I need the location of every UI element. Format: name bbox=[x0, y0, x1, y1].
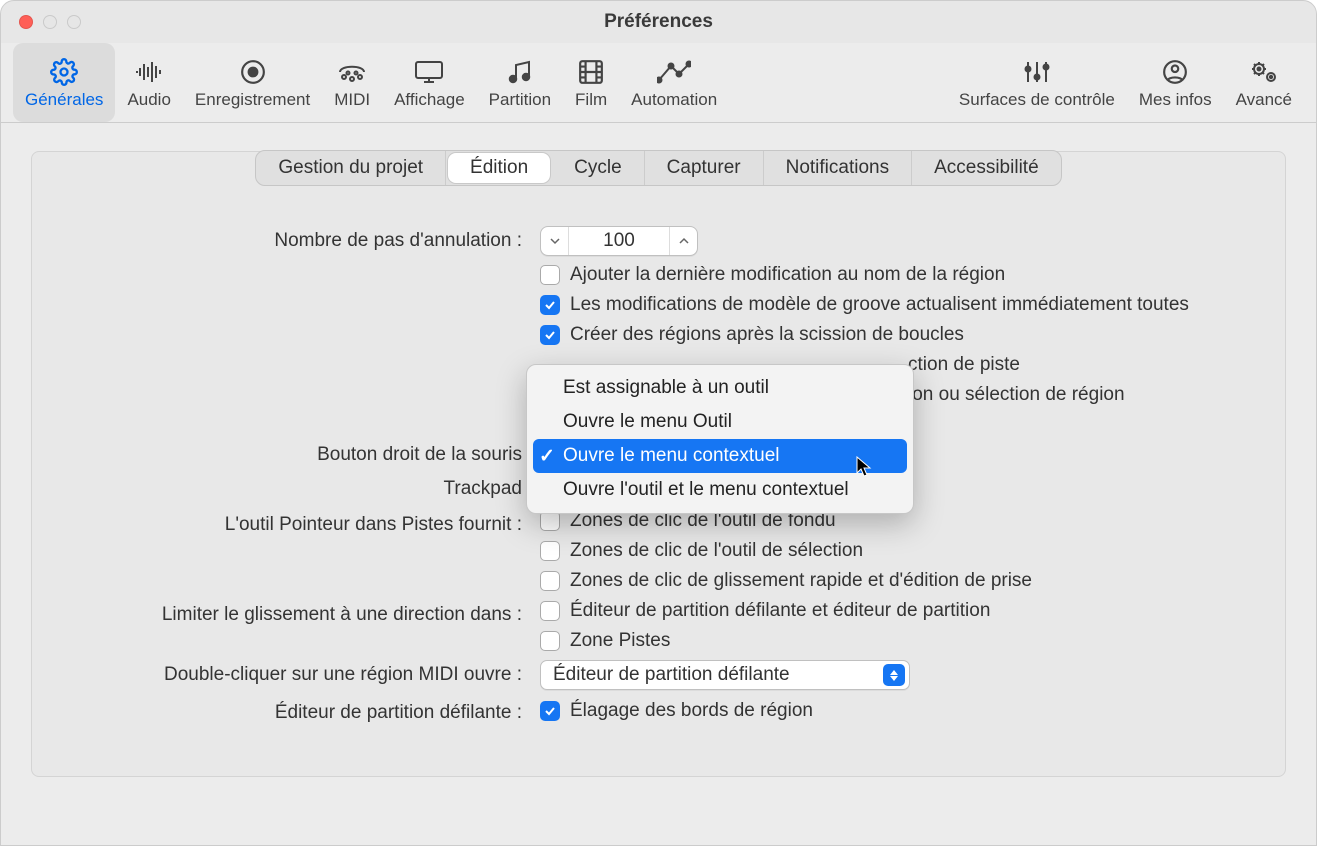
tab-bar: Gestion du projet Édition Cycle Capturer… bbox=[62, 150, 1255, 186]
partial-text: ion ou sélection de région bbox=[908, 384, 1125, 406]
toolbar-midi[interactable]: MIDI bbox=[322, 43, 382, 122]
checkbox-label: Créer des régions après la scission de b… bbox=[570, 324, 964, 346]
checkbox[interactable] bbox=[540, 325, 560, 345]
checkbox[interactable] bbox=[540, 571, 560, 591]
checkbox[interactable] bbox=[540, 511, 560, 531]
checkbox[interactable] bbox=[540, 541, 560, 561]
tab-capturer[interactable]: Capturer bbox=[645, 151, 764, 185]
partial-text: ction de piste bbox=[908, 354, 1020, 376]
midi-icon bbox=[338, 58, 366, 86]
double-click-popup[interactable]: Éditeur de partition défilante bbox=[540, 660, 910, 690]
tab-edition[interactable]: Édition bbox=[448, 153, 550, 183]
toolbar-film[interactable]: Film bbox=[563, 43, 619, 122]
piano-roll-label: Éditeur de partition défilante : bbox=[62, 698, 522, 724]
checkmark-icon: ✓ bbox=[539, 445, 555, 468]
toolbar-label: Audio bbox=[127, 90, 170, 110]
film-icon bbox=[578, 58, 604, 86]
checkbox-label: Les modifications de modèle de groove ac… bbox=[570, 294, 1189, 316]
menu-item-selected[interactable]: ✓ Ouvre le menu contextuel bbox=[533, 439, 907, 473]
gear-icon bbox=[50, 58, 78, 86]
toolbar-surfaces[interactable]: Surfaces de contrôle bbox=[947, 43, 1127, 122]
popup-value: Éditeur de partition défilante bbox=[553, 664, 883, 686]
tab-gestion[interactable]: Gestion du projet bbox=[256, 151, 446, 185]
content: Gestion du projet Édition Cycle Capturer… bbox=[1, 123, 1316, 807]
toolbar-label: Avancé bbox=[1236, 90, 1292, 110]
toolbar-automation[interactable]: Automation bbox=[619, 43, 729, 122]
double-click-label: Double-cliquer sur une région MIDI ouvre… bbox=[62, 660, 522, 686]
undo-stepper[interactable]: 100 bbox=[540, 226, 698, 256]
toolbar-label: Enregistrement bbox=[195, 90, 310, 110]
toolbar-affichage[interactable]: Affichage bbox=[382, 43, 477, 122]
toolbar-avance[interactable]: Avancé bbox=[1224, 43, 1304, 122]
checkbox-label: Zones de clic de l'outil de sélection bbox=[570, 540, 863, 562]
right-mouse-label: Bouton droit de la souris bbox=[62, 414, 522, 466]
checkbox-label: Zones de clic de glissement rapide et d'… bbox=[570, 570, 1032, 592]
automation-icon bbox=[657, 58, 691, 86]
toolbar-partition[interactable]: Partition bbox=[477, 43, 563, 122]
waveform-icon bbox=[134, 58, 164, 86]
trackpad-label: Trackpad bbox=[62, 474, 522, 500]
undo-label: Nombre de pas d'annulation : bbox=[62, 226, 522, 252]
titlebar: Préférences bbox=[1, 1, 1316, 43]
toolbar-label: Générales bbox=[25, 90, 103, 110]
checkbox-label: Élagage des bords de région bbox=[570, 700, 813, 722]
toolbar-label: Partition bbox=[489, 90, 551, 110]
display-icon bbox=[414, 58, 444, 86]
checkbox[interactable] bbox=[540, 601, 560, 621]
limit-drag-label: Limiter le glissement à une direction da… bbox=[62, 600, 522, 626]
checkbox[interactable] bbox=[540, 295, 560, 315]
toolbar-label: MIDI bbox=[334, 90, 370, 110]
cursor-icon bbox=[855, 456, 875, 484]
menu-item[interactable]: Est assignable à un outil bbox=[527, 371, 913, 405]
toolbar-audio[interactable]: Audio bbox=[115, 43, 182, 122]
toolbar-label: Mes infos bbox=[1139, 90, 1212, 110]
right-mouse-menu: Est assignable à un outil Ouvre le menu … bbox=[526, 364, 914, 514]
toolbar-label: Film bbox=[575, 90, 607, 110]
toolbar-label: Affichage bbox=[394, 90, 465, 110]
music-notes-icon bbox=[506, 58, 534, 86]
preferences-panel: Gestion du projet Édition Cycle Capturer… bbox=[31, 151, 1286, 777]
undo-value[interactable]: 100 bbox=[569, 227, 669, 255]
toolbar-label: Surfaces de contrôle bbox=[959, 90, 1115, 110]
window-title: Préférences bbox=[1, 11, 1316, 33]
gears-icon bbox=[1249, 58, 1279, 86]
checkbox-label: Ajouter la dernière modification au nom … bbox=[570, 264, 1005, 286]
tab-cycle[interactable]: Cycle bbox=[552, 151, 645, 185]
toolbar-enregistrement[interactable]: Enregistrement bbox=[183, 43, 322, 122]
checkbox[interactable] bbox=[540, 265, 560, 285]
checkbox[interactable] bbox=[540, 701, 560, 721]
record-icon bbox=[240, 58, 266, 86]
chevron-up-icon[interactable] bbox=[669, 227, 697, 255]
user-icon bbox=[1162, 58, 1188, 86]
popup-arrows-icon bbox=[883, 664, 905, 686]
checkbox-label: Éditeur de partition défilante et éditeu… bbox=[570, 600, 990, 622]
checkbox[interactable] bbox=[540, 631, 560, 651]
tab-accessibilite[interactable]: Accessibilité bbox=[912, 151, 1061, 185]
pointer-tool-label: L'outil Pointeur dans Pistes fournit : bbox=[62, 510, 522, 536]
toolbar-label: Automation bbox=[631, 90, 717, 110]
sliders-icon bbox=[1022, 58, 1052, 86]
preferences-window: Préférences Générales Audio Enregistreme… bbox=[0, 0, 1317, 846]
toolbar: Générales Audio Enregistrement MIDI bbox=[1, 43, 1316, 123]
chevron-down-icon[interactable] bbox=[541, 227, 569, 255]
tab-notifications[interactable]: Notifications bbox=[764, 151, 913, 185]
toolbar-generales[interactable]: Générales bbox=[13, 43, 115, 122]
menu-item[interactable]: Ouvre le menu Outil bbox=[527, 405, 913, 439]
checkbox-label: Zone Pistes bbox=[570, 630, 670, 652]
toolbar-mesinfos[interactable]: Mes infos bbox=[1127, 43, 1224, 122]
